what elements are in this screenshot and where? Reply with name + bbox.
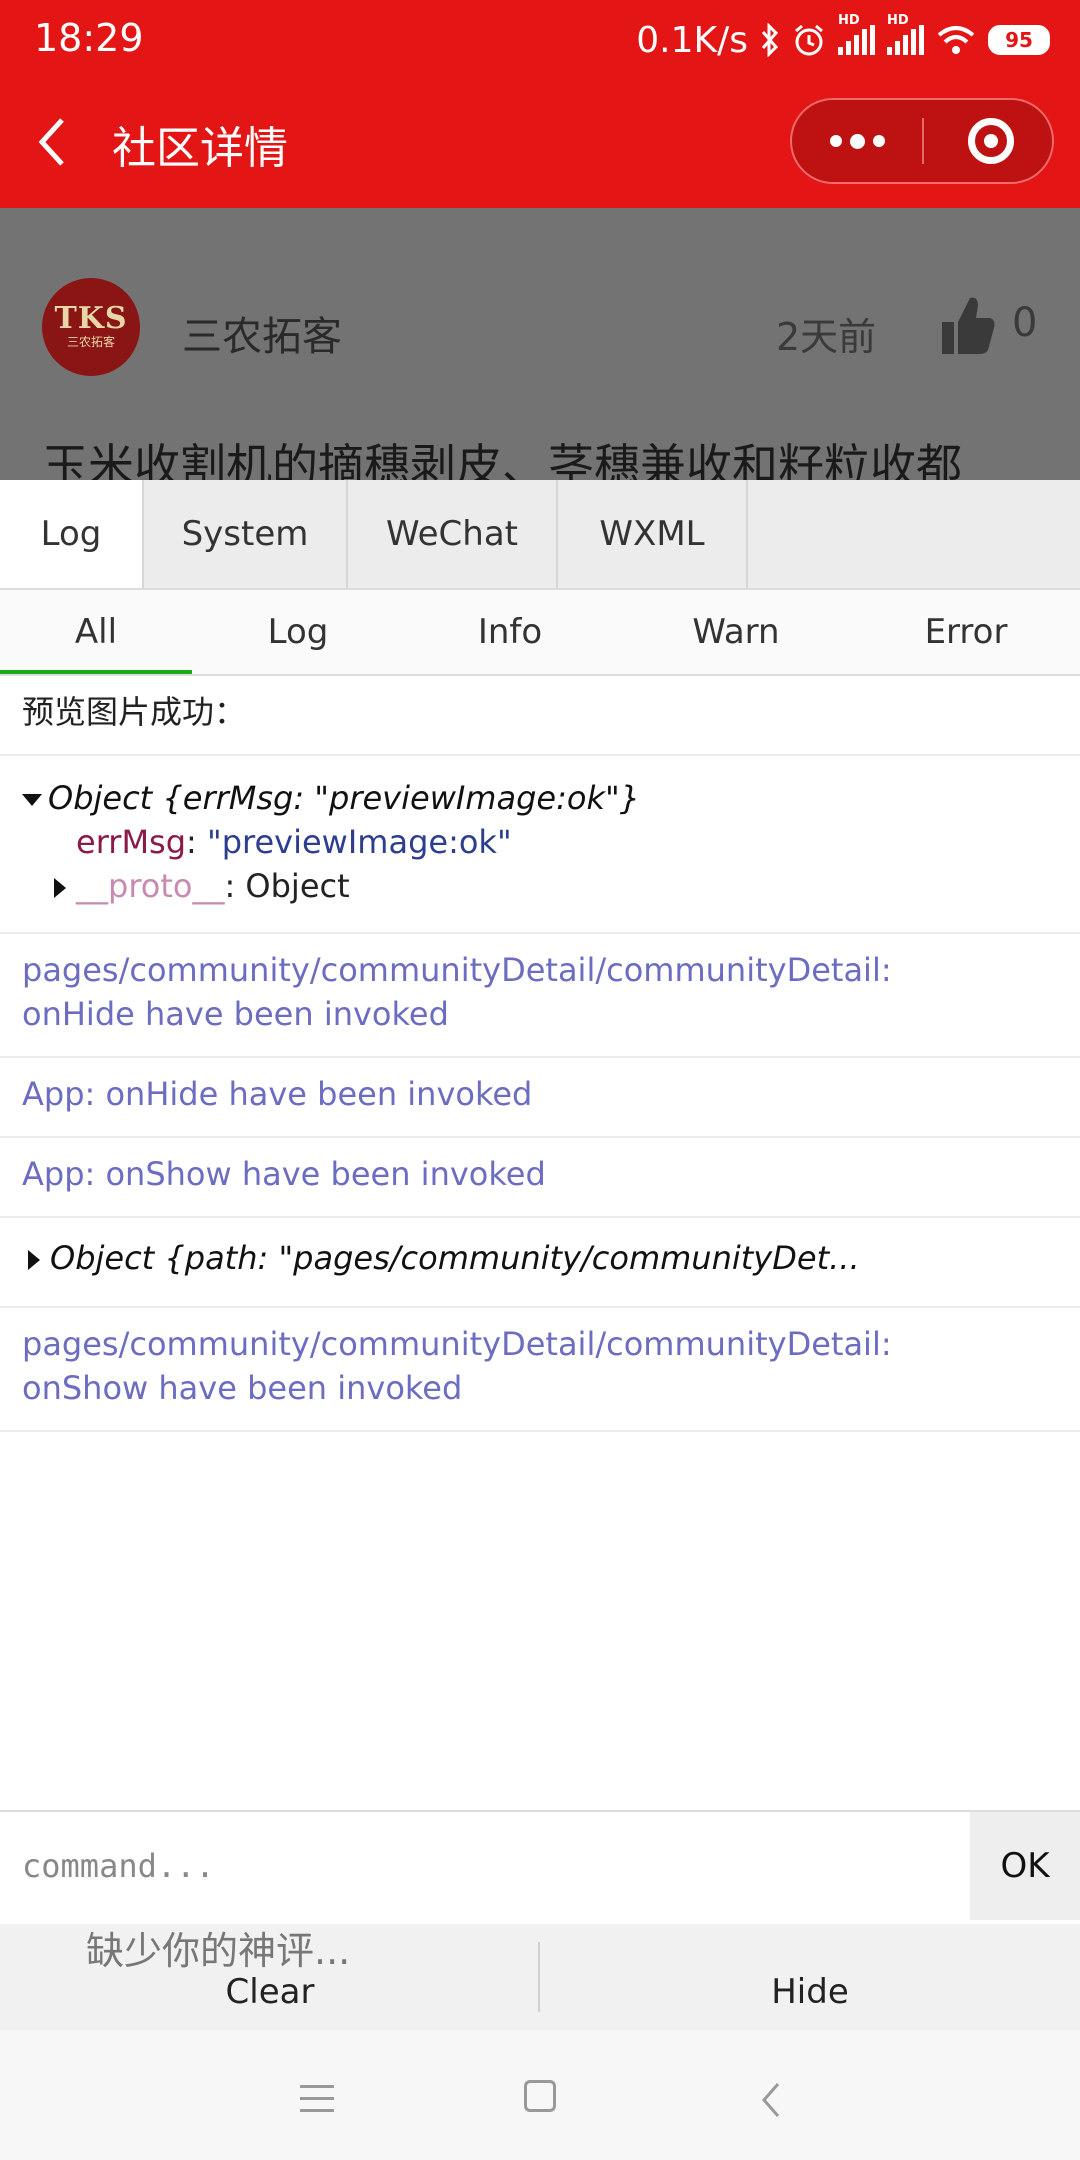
object-property: errMsg: "previewImage:ok" <box>76 823 512 861</box>
log-text: pages/community/communityDetail/communit… <box>22 1325 892 1363</box>
log-item: App: onShow have been invoked <box>0 1138 1080 1218</box>
prop-value: "previewImage:ok" <box>206 823 512 861</box>
signal-icon-2: HD <box>887 13 924 55</box>
object-summary: Object {path: "pages/community/community… <box>50 1239 860 1277</box>
log-item: pages/community/communityDetail/communit… <box>0 934 1080 1058</box>
caret-right-icon <box>54 878 66 898</box>
ok-button[interactable]: OK <box>970 1812 1080 1920</box>
home-icon[interactable] <box>524 2080 556 2112</box>
alarm-icon <box>795 24 823 56</box>
proto-key: __proto__ <box>76 867 225 905</box>
more-icon[interactable] <box>792 100 922 182</box>
log-text: 预览图片成功： <box>22 693 247 731</box>
like-count: 0 <box>1012 300 1038 346</box>
caret-down-icon <box>22 794 42 806</box>
battery-icon: 95 <box>988 25 1050 55</box>
hd-badge: HD <box>838 13 860 28</box>
status-icons: 0.1K/s HD HD 95 <box>636 13 1050 66</box>
log-list: 预览图片成功： Object {errMsg: "previewImage:ok… <box>0 676 1080 1432</box>
signal-icon: HD <box>838 13 875 55</box>
page-title: 社区详情 <box>112 123 288 174</box>
status-time: 18:29 <box>34 16 144 60</box>
filter-info[interactable]: Info <box>414 590 606 674</box>
caret-right-icon <box>28 1250 40 1270</box>
close-target-icon[interactable] <box>968 118 1014 164</box>
log-text: App: onShow have been invoked <box>22 1155 546 1193</box>
log-item: App: onHide have been invoked <box>0 1058 1080 1138</box>
tab-system[interactable]: System <box>144 480 348 588</box>
log-text: App: onHide have been invoked <box>22 1075 533 1113</box>
net-speed: 0.1K/s <box>636 19 748 61</box>
log-item-object: Object {errMsg: "previewImage:ok"} errMs… <box>0 756 1080 934</box>
log-text: onShow have been invoked <box>22 1369 463 1407</box>
wifi-icon <box>937 26 975 54</box>
tab-wechat[interactable]: WeChat <box>348 480 558 588</box>
avatar[interactable]: TKS 三农拓客 <box>42 278 140 376</box>
object-header[interactable]: Object {errMsg: "previewImage:ok"} <box>22 776 1058 820</box>
menu-icon[interactable] <box>300 2085 334 2115</box>
comment-placeholder[interactable]: 缺少你的神评... <box>86 1920 350 1975</box>
command-input[interactable] <box>0 1812 970 1920</box>
capsule-divider <box>922 118 924 164</box>
log-text: pages/community/communityDetail/communit… <box>22 951 892 989</box>
log-item-object[interactable]: Object {path: "pages/community/community… <box>0 1218 1080 1308</box>
bluetooth-icon <box>761 23 779 57</box>
tab-wxml[interactable]: WXML <box>558 480 748 588</box>
back-arrow-icon[interactable] <box>34 112 74 172</box>
proto-value: : Object <box>224 867 350 905</box>
avatar-logo-text: TKS <box>54 301 128 336</box>
system-back-icon[interactable] <box>756 2080 786 2120</box>
prop-key: errMsg <box>76 823 187 861</box>
log-text: onHide have been invoked <box>22 995 449 1033</box>
title-bar: 18:29 0.1K/s HD HD 95 社区详情 <box>0 0 1080 208</box>
hd-badge: HD <box>887 13 909 28</box>
filter-log[interactable]: Log <box>202 590 394 674</box>
filter-warn[interactable]: Warn <box>640 590 832 674</box>
tab-log[interactable]: Log <box>0 480 144 588</box>
author-name: 三农拓客 <box>182 314 342 360</box>
thumbs-up-icon[interactable] <box>940 294 996 356</box>
post-title: 玉米收割机的摘穗剥皮、茎穗兼收和籽粒收都 <box>42 439 962 480</box>
avatar-logo-sub: 三农拓客 <box>66 335 115 349</box>
log-item: pages/community/communityDetail/communit… <box>0 1308 1080 1432</box>
filter-all[interactable]: All <box>0 590 192 674</box>
object-proto[interactable]: __proto__: Object <box>22 864 1058 908</box>
active-filter-indicator <box>0 670 192 674</box>
object-summary: Object {errMsg: "previewImage:ok"} <box>48 779 641 817</box>
system-nav-bar <box>0 2030 1080 2160</box>
log-item: 预览图片成功： <box>0 676 1080 756</box>
command-bar: OK <box>0 1810 1080 1926</box>
filter-error[interactable]: Error <box>870 590 1062 674</box>
post-header: TKS 三农拓客 三农拓客 2天前 0 玉米收割机的摘穗剥皮、茎穗兼收和籽粒收都 <box>0 208 1080 480</box>
post-time: 2天前 <box>776 315 877 359</box>
log-filter-bar: All Log Info Warn Error <box>0 590 1080 676</box>
hide-button[interactable]: Hide <box>540 1924 1080 2030</box>
console-tabs: Log System WeChat WXML <box>0 480 1080 590</box>
mini-program-capsule <box>790 98 1054 184</box>
